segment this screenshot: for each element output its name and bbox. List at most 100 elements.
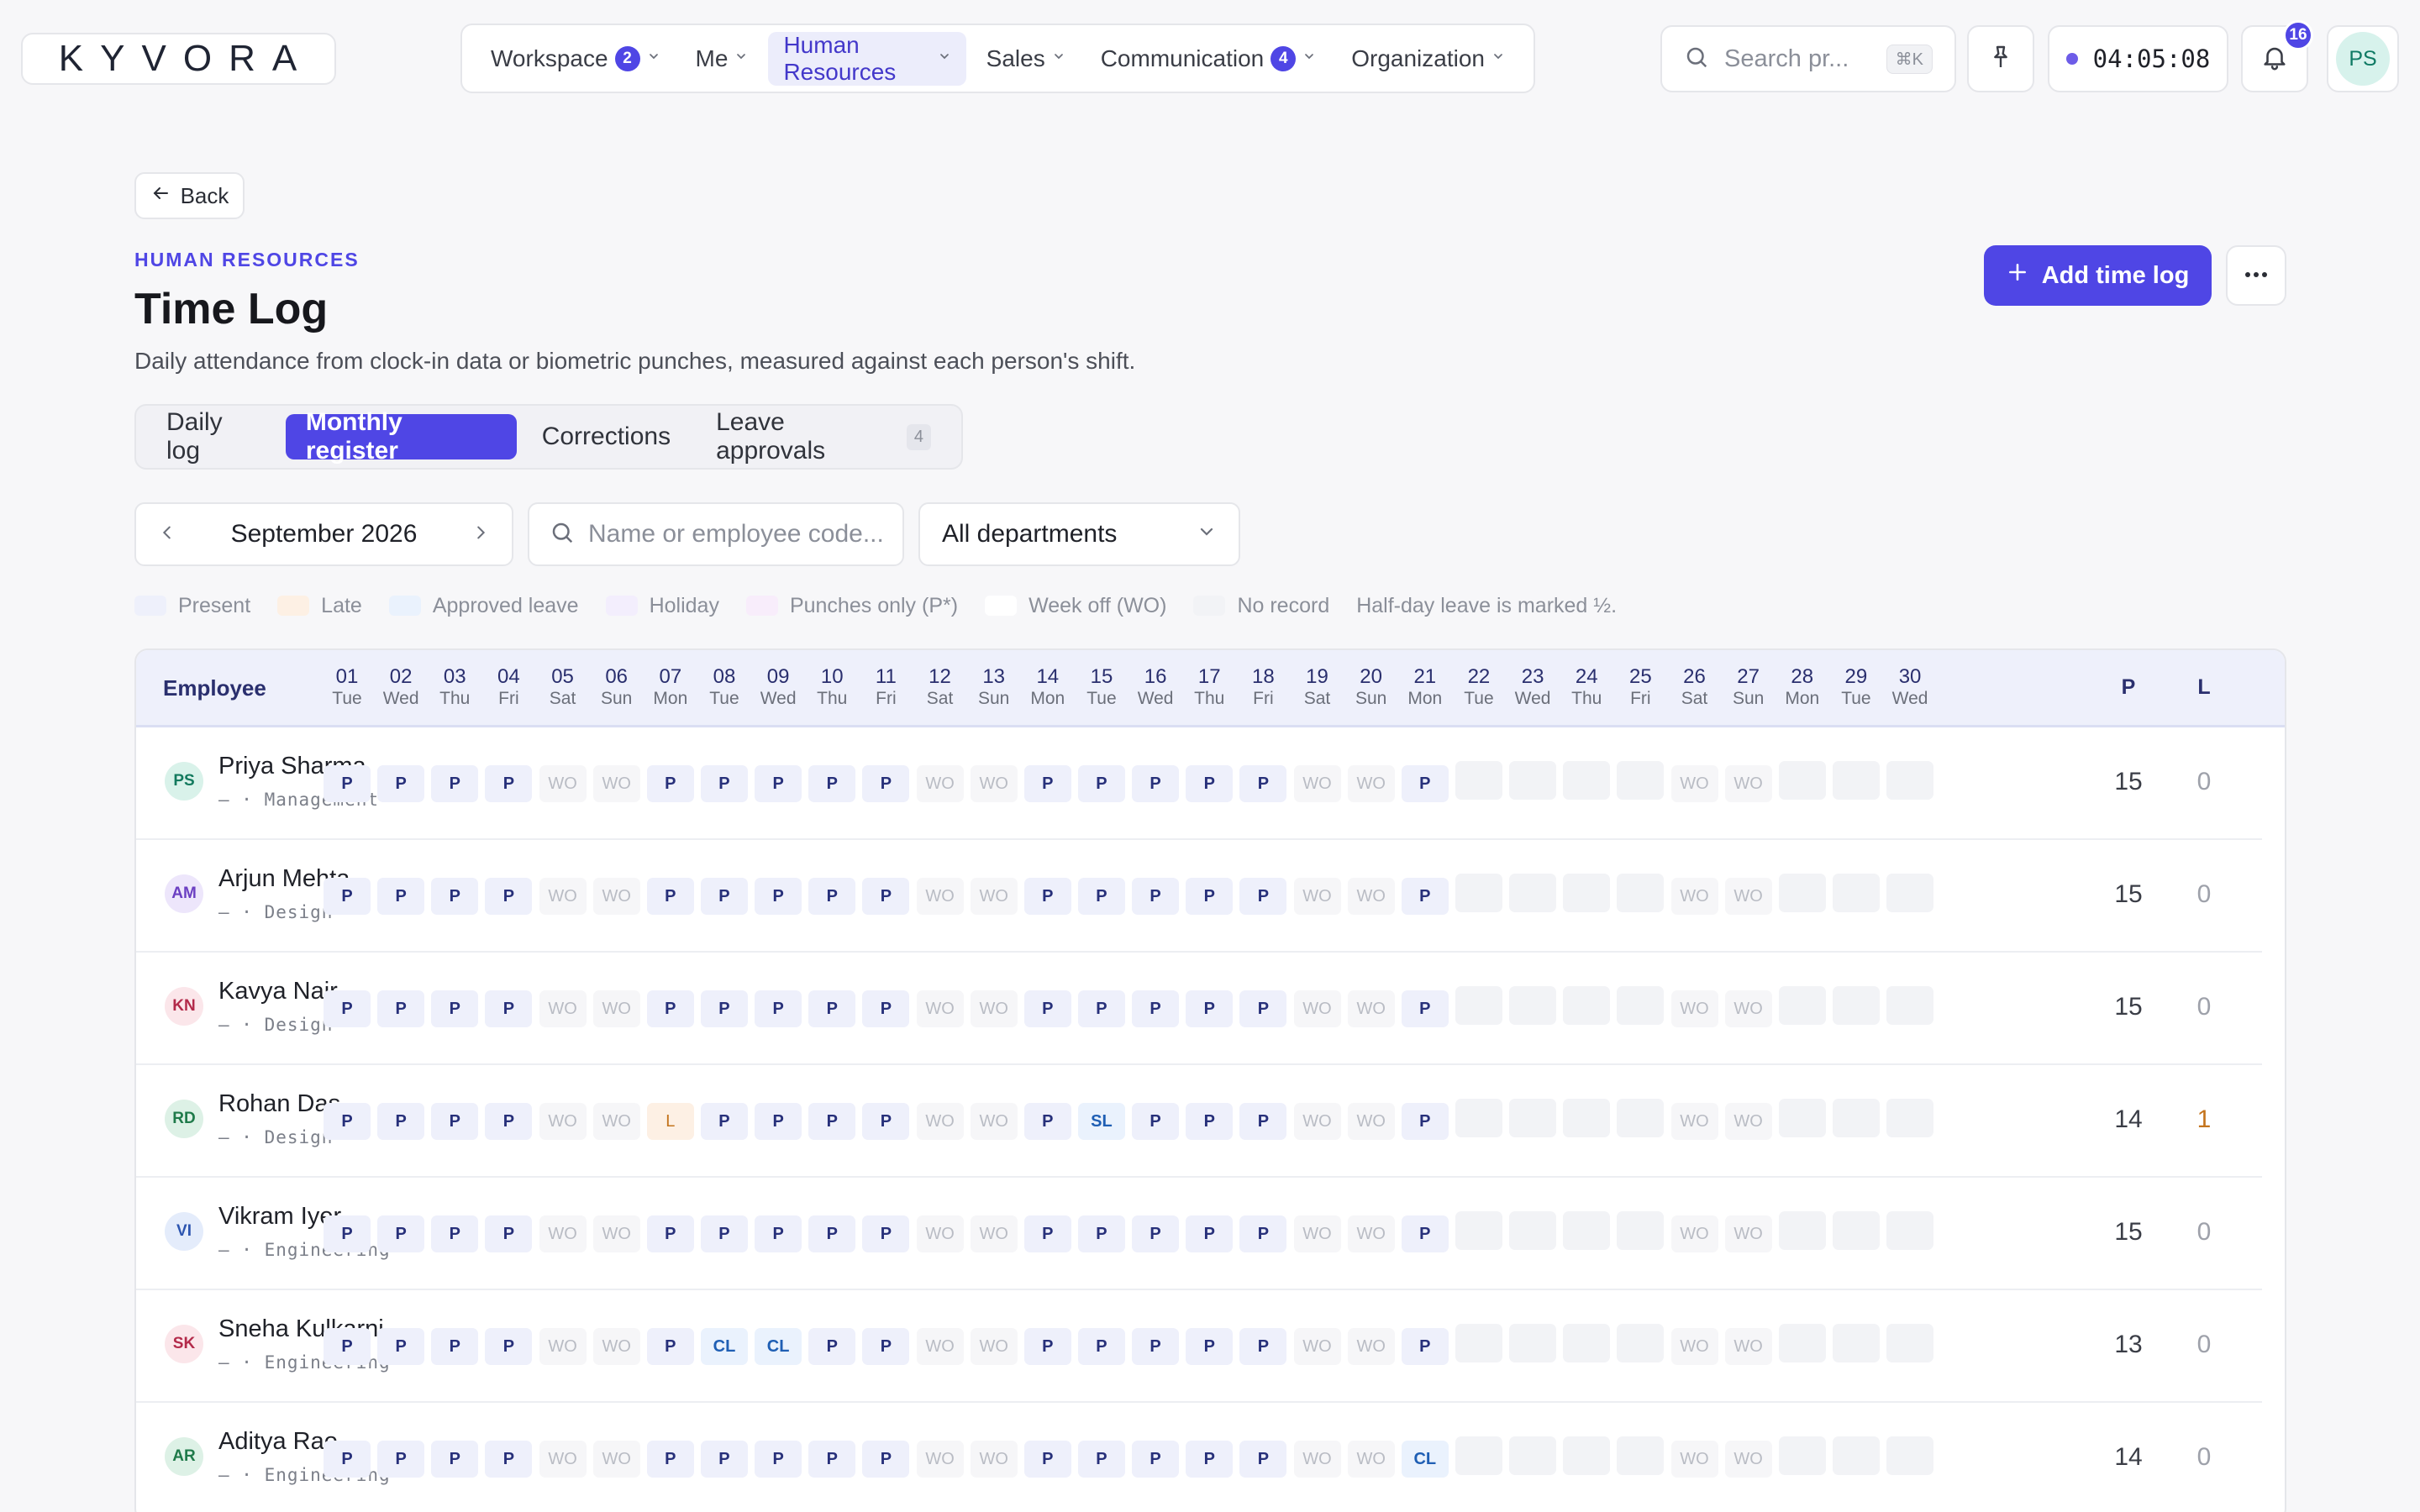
attendance-cell[interactable] — [1832, 874, 1880, 912]
attendance-cell[interactable]: P — [755, 1103, 802, 1140]
attendance-cell[interactable]: P — [1186, 878, 1234, 915]
attendance-cell[interactable]: P — [1401, 1328, 1449, 1365]
attendance-cell[interactable]: P — [324, 1215, 371, 1252]
attendance-cell[interactable]: WO — [539, 1328, 587, 1365]
attendance-cell[interactable] — [1455, 1099, 1502, 1137]
nav-item-communication[interactable]: Communication 4 — [1086, 32, 1332, 86]
attendance-cell[interactable] — [1455, 1211, 1502, 1250]
attendance-cell[interactable]: P — [1077, 765, 1125, 802]
attendance-cell[interactable]: P — [1023, 1328, 1071, 1365]
attendance-cell[interactable]: P — [1239, 878, 1287, 915]
attendance-cell[interactable]: P — [808, 878, 856, 915]
attendance-cell[interactable]: P — [485, 990, 533, 1027]
attendance-cell[interactable]: P — [1401, 990, 1449, 1027]
attendance-cell[interactable] — [1886, 1211, 1934, 1250]
attendance-cell[interactable]: WO — [970, 1103, 1018, 1140]
attendance-cell[interactable]: P — [808, 1441, 856, 1478]
attendance-cell[interactable]: P — [485, 1441, 533, 1478]
attendance-cell[interactable]: P — [377, 1103, 425, 1140]
attendance-cell[interactable] — [1886, 1436, 1934, 1475]
attendance-cell[interactable]: WO — [916, 1441, 964, 1478]
attendance-cell[interactable]: WO — [1347, 1441, 1395, 1478]
attendance-cell[interactable]: P — [862, 1441, 910, 1478]
attendance-cell[interactable]: WO — [1670, 1328, 1718, 1365]
employee-search[interactable] — [528, 502, 904, 566]
attendance-cell[interactable]: WO — [916, 990, 964, 1027]
employee-row[interactable]: AM Arjun Mehta — · Design P P P P WO WO P P P P P WO WO… — [136, 840, 2262, 953]
attendance-cell[interactable]: WO — [539, 878, 587, 915]
attendance-cell[interactable] — [1832, 1099, 1880, 1137]
attendance-cell[interactable]: WO — [1347, 1215, 1395, 1252]
attendance-cell[interactable] — [1832, 1436, 1880, 1475]
back-button[interactable]: Back — [134, 172, 245, 219]
attendance-cell[interactable]: WO — [970, 1328, 1018, 1365]
attendance-cell[interactable] — [1509, 1211, 1557, 1250]
attendance-cell[interactable]: P — [324, 878, 371, 915]
attendance-cell[interactable]: WO — [970, 1441, 1018, 1478]
attendance-cell[interactable] — [1563, 761, 1611, 800]
attendance-cell[interactable]: P — [1186, 990, 1234, 1027]
nav-item-human-resources[interactable]: Human Resources — [768, 31, 966, 86]
attendance-cell[interactable]: P — [1132, 990, 1180, 1027]
attendance-cell[interactable]: WO — [592, 1328, 640, 1365]
attendance-cell[interactable] — [1563, 1324, 1611, 1362]
attendance-cell[interactable]: P — [377, 1328, 425, 1365]
attendance-cell[interactable]: P — [700, 765, 748, 802]
attendance-cell[interactable] — [1563, 1099, 1611, 1137]
attendance-cell[interactable]: P — [755, 990, 802, 1027]
department-select[interactable]: All departments — [918, 502, 1240, 566]
attendance-cell[interactable]: WO — [1347, 878, 1395, 915]
attendance-cell[interactable] — [1886, 874, 1934, 912]
attendance-cell[interactable] — [1778, 1324, 1826, 1362]
attendance-cell[interactable] — [1617, 761, 1665, 800]
attendance-cell[interactable]: P — [324, 1328, 371, 1365]
attendance-cell[interactable]: WO — [1293, 765, 1341, 802]
tab-corrections[interactable]: Corrections — [522, 414, 691, 459]
tab-daily-log[interactable]: Daily log — [146, 408, 281, 465]
attendance-cell[interactable] — [1617, 1211, 1665, 1250]
nav-item-sales[interactable]: Sales — [971, 32, 1081, 86]
attendance-cell[interactable] — [1509, 1099, 1557, 1137]
attendance-cell[interactable]: WO — [1347, 1103, 1395, 1140]
attendance-cell[interactable]: P — [485, 1103, 533, 1140]
attendance-cell[interactable] — [1617, 1099, 1665, 1137]
attendance-cell[interactable]: P — [324, 1103, 371, 1140]
notifications-button[interactable]: 16 — [2241, 20, 2313, 92]
attendance-cell[interactable]: WO — [1724, 1215, 1772, 1252]
attendance-cell[interactable]: P — [862, 1103, 910, 1140]
attendance-cell[interactable]: P — [1023, 878, 1071, 915]
attendance-cell[interactable]: CL — [700, 1328, 748, 1365]
attendance-cell[interactable]: WO — [539, 1441, 587, 1478]
attendance-cell[interactable] — [1617, 986, 1665, 1025]
attendance-cell[interactable]: P — [1186, 1103, 1234, 1140]
attendance-cell[interactable]: P — [431, 765, 479, 802]
more-actions-button[interactable] — [2226, 245, 2286, 306]
attendance-cell[interactable]: WO — [1293, 1103, 1341, 1140]
attendance-cell[interactable]: WO — [970, 990, 1018, 1027]
employee-name[interactable]: Rohan Das — [218, 1090, 340, 1118]
attendance-cell[interactable] — [1509, 1436, 1557, 1475]
attendance-cell[interactable]: P — [1186, 765, 1234, 802]
attendance-cell[interactable]: P — [862, 990, 910, 1027]
attendance-cell[interactable]: WO — [916, 878, 964, 915]
attendance-cell[interactable]: L — [646, 1103, 694, 1140]
nav-item-me[interactable]: Me — [681, 32, 764, 86]
attendance-cell[interactable]: CL — [1401, 1441, 1449, 1478]
attendance-cell[interactable]: P — [1186, 1215, 1234, 1252]
attendance-cell[interactable] — [1832, 1324, 1880, 1362]
attendance-cell[interactable]: P — [755, 1215, 802, 1252]
attendance-cell[interactable]: WO — [916, 765, 964, 802]
attendance-cell[interactable]: WO — [1347, 1328, 1395, 1365]
attendance-cell[interactable]: P — [324, 1441, 371, 1478]
attendance-cell[interactable]: WO — [592, 1103, 640, 1140]
tab-monthly-register[interactable]: Monthly register — [285, 408, 517, 465]
attendance-cell[interactable]: WO — [1724, 1103, 1772, 1140]
employee-name[interactable]: Kavya Nair — [218, 978, 338, 1005]
attendance-cell[interactable]: P — [1132, 1103, 1180, 1140]
attendance-cell[interactable] — [1617, 1324, 1665, 1362]
attendance-cell[interactable]: P — [431, 878, 479, 915]
attendance-cell[interactable]: P — [431, 990, 479, 1027]
attendance-cell[interactable] — [1563, 1436, 1611, 1475]
attendance-cell[interactable]: WO — [1670, 990, 1718, 1027]
attendance-cell[interactable]: P — [1132, 1441, 1180, 1478]
